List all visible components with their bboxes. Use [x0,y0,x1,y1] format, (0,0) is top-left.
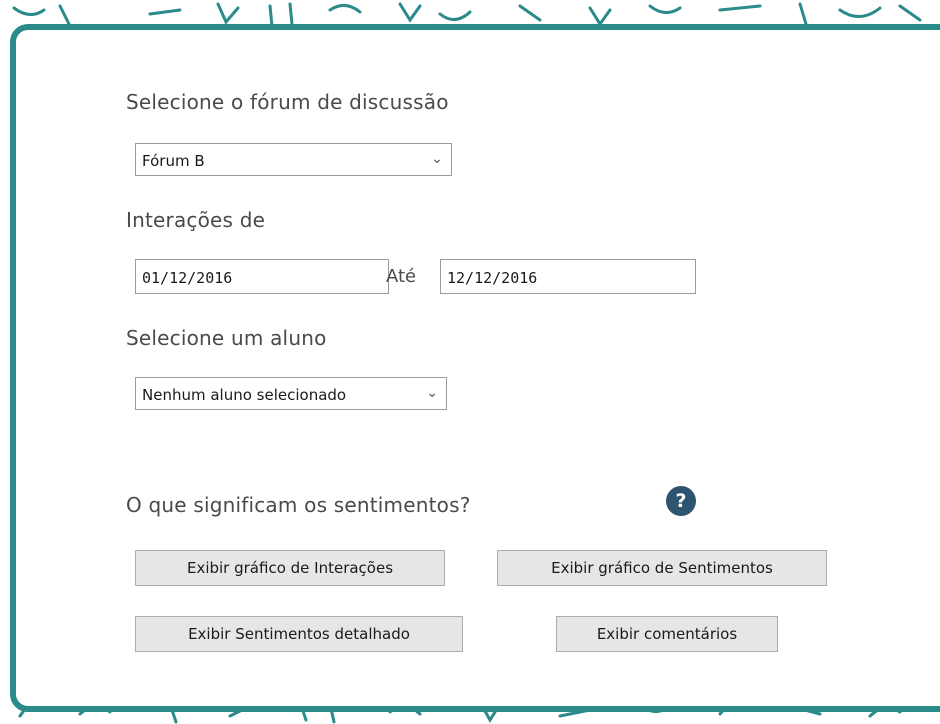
end-date-input[interactable]: 12/12/2016 [440,259,696,294]
interactions-label: Interações de [126,208,266,232]
forum-select[interactable]: Fórum B ⌄ [135,143,452,176]
forum-select-value: Fórum B [142,152,205,170]
chevron-down-icon: ⌄ [426,385,438,401]
student-select-label: Selecione um aluno [126,326,327,350]
student-select-value: Nenhum aluno selecionado [142,386,347,404]
until-label: Até [386,266,417,287]
show-comments-button[interactable]: Exibir comentários [556,616,778,652]
start-date-input[interactable]: 01/12/2016 [135,259,389,294]
filter-panel [10,24,940,712]
help-question-icon[interactable]: ? [666,486,696,516]
student-select[interactable]: Nenhum aluno selecionado ⌄ [135,377,447,410]
show-sentiments-chart-button[interactable]: Exibir gráfico de Sentimentos [497,550,827,586]
sentiments-help-label: O que significam os sentimentos? [126,493,471,517]
show-detailed-sentiments-button[interactable]: Exibir Sentimentos detalhado [135,616,463,652]
chevron-down-icon: ⌄ [431,151,443,167]
show-interactions-chart-button[interactable]: Exibir gráfico de Interações [135,550,445,586]
forum-select-label: Selecione o fórum de discussão [126,90,449,114]
